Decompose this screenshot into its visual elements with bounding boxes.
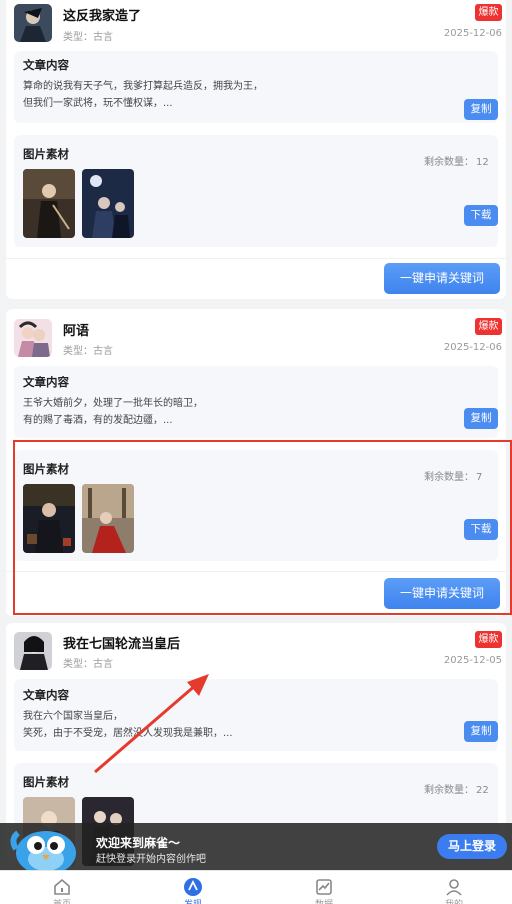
materials-section-title: 图片素材: [23, 462, 69, 476]
article-excerpt-line: 但我们一家武将，玩不懂权谋，...: [23, 98, 173, 109]
novel-card-2: 阿语 爆款 类型：古言 2025-12-06 文章内容 王爷大婚前夕，处理了一批…: [6, 309, 506, 616]
novel-title[interactable]: 我在七国轮流当皇后: [63, 633, 180, 652]
remaining-value: 22: [476, 785, 489, 796]
apply-keyword-button[interactable]: 一键申请关键词: [384, 263, 500, 294]
material-image[interactable]: [82, 169, 134, 238]
materials-section: 图片素材 剩余数量： 12 下载: [14, 135, 498, 247]
article-section: 文章内容 王爷大婚前夕，处理了一批年长的暗卫， 有的赐了毒酒，有的发配边疆，..…: [14, 366, 498, 438]
login-subtext: 赶快登录开始内容创作吧: [96, 854, 206, 865]
novel-title[interactable]: 这反我家造了: [63, 5, 141, 24]
remaining-label: 剩余数量：: [424, 472, 474, 483]
home-icon: [54, 878, 70, 895]
tab-label: 发现: [153, 897, 233, 904]
tab-label: 数据: [284, 897, 364, 904]
download-button[interactable]: 下载: [464, 205, 498, 226]
copy-button[interactable]: 复制: [464, 408, 498, 429]
novel-cover-image[interactable]: [14, 4, 52, 42]
article-section-title: 文章内容: [23, 58, 69, 72]
user-icon: [446, 879, 462, 896]
hot-badge: 爆款: [475, 318, 502, 335]
tab-home[interactable]: 首页: [22, 871, 102, 904]
publish-date: 2025-12-06: [443, 28, 502, 39]
tab-data[interactable]: 数据: [284, 871, 364, 904]
article-section-title: 文章内容: [23, 688, 69, 702]
article-excerpt-line: 有的赐了毒酒，有的发配边疆，...: [23, 415, 173, 426]
remaining-count: 剩余数量： 12: [424, 153, 498, 168]
login-button[interactable]: 马上登录: [437, 834, 507, 859]
article-excerpt-line: 王爷大婚前夕，处理了一批年长的暗卫，: [23, 398, 203, 409]
remaining-label: 剩余数量：: [424, 157, 474, 168]
article-section: 文章内容 算命的说我有天子气，我爹打算起兵造反，拥我为王， 但我们一家武将，玩不…: [14, 51, 498, 123]
novel-type: 类型：古言: [63, 346, 113, 357]
divider: [6, 571, 506, 572]
hot-badge: 爆款: [475, 4, 502, 21]
material-image[interactable]: [82, 484, 134, 553]
material-image[interactable]: [23, 484, 75, 553]
mascot-icon: [10, 830, 76, 875]
materials-section-title: 图片素材: [23, 147, 69, 161]
materials-section: 图片素材 剩余数量： 7 下载: [14, 450, 498, 561]
chart-icon: [316, 879, 332, 895]
remaining-value: 12: [476, 157, 489, 168]
novel-card-1: 这反我家造了 爆款 类型：古言 2025-12-06 文章内容 算命的说我有天子…: [6, 0, 506, 299]
material-image[interactable]: [23, 169, 75, 238]
remaining-count: 剩余数量： 22: [424, 781, 498, 796]
copy-button[interactable]: 复制: [464, 99, 498, 120]
tab-discover[interactable]: 发现: [153, 871, 233, 904]
copy-button[interactable]: 复制: [464, 721, 498, 742]
novel-cover-image[interactable]: [14, 632, 52, 670]
welcome-text: 欢迎来到麻雀～: [96, 836, 181, 850]
remaining-label: 剩余数量：: [424, 785, 474, 796]
publish-date: 2025-12-05: [443, 655, 502, 666]
divider: [6, 258, 506, 259]
novel-type: 类型：古言: [63, 659, 113, 670]
compass-icon: [184, 878, 202, 896]
hot-badge: 爆款: [475, 631, 502, 648]
novel-cover-image[interactable]: [14, 319, 52, 357]
article-excerpt-line: 算命的说我有天子气，我爹打算起兵造反，拥我为王，: [23, 81, 263, 92]
tab-label: 我的: [414, 897, 494, 904]
materials-section-title: 图片素材: [23, 775, 69, 789]
tab-label: 首页: [22, 897, 102, 904]
apply-keyword-button[interactable]: 一键申请关键词: [384, 578, 500, 609]
novel-type: 类型：古言: [63, 32, 113, 43]
remaining-value: 7: [476, 472, 483, 483]
tab-profile[interactable]: 我的: [414, 871, 494, 904]
annotation-arrow: [94, 674, 209, 774]
novel-title[interactable]: 阿语: [63, 320, 89, 339]
publish-date: 2025-12-06: [443, 342, 502, 353]
bottom-tab-bar: 首页 发现 数据 我的: [0, 870, 512, 904]
remaining-count: 剩余数量： 7: [424, 468, 498, 483]
article-section-title: 文章内容: [23, 375, 69, 389]
download-button[interactable]: 下载: [464, 519, 498, 540]
